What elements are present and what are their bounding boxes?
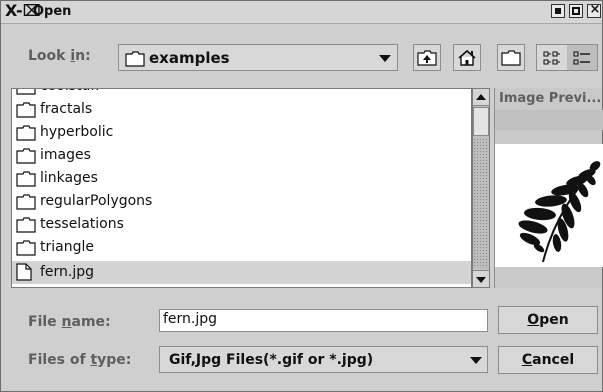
list-item[interactable]: images	[12, 144, 471, 167]
file-icon	[16, 263, 32, 281]
close-button[interactable]: ×	[587, 2, 601, 18]
file-type-label-part: ype:	[97, 352, 132, 368]
chevron-down-icon[interactable]	[470, 357, 482, 364]
folder-icon	[16, 148, 36, 164]
folder-icon	[16, 102, 36, 118]
up-one-level-button[interactable]	[413, 44, 441, 71]
details-view-button[interactable]	[567, 45, 597, 70]
list-view-icon	[543, 51, 560, 64]
maximize-icon	[572, 7, 580, 15]
minimize-icon	[555, 8, 561, 14]
list-item-label: fractals	[40, 101, 93, 117]
file-type-combo[interactable]: Gif,Jpg Files(*.gif or *.jpg)	[159, 346, 488, 373]
list-item[interactable]: linkages	[12, 167, 471, 190]
list-item-selected[interactable]: fern.jpg	[12, 261, 471, 284]
list-item-label: triangle	[40, 239, 94, 255]
image-preview-label: Image Previ...	[499, 91, 602, 106]
folder-icon	[16, 240, 36, 256]
details-view-icon	[573, 51, 590, 64]
list-item[interactable]: tesselations	[12, 213, 471, 236]
scroll-up-button[interactable]	[473, 89, 489, 106]
folder-icon	[16, 171, 36, 187]
look-in-combo[interactable]: examples	[118, 44, 398, 71]
scroll-down-button[interactable]	[473, 270, 489, 287]
folder-icon	[16, 217, 36, 233]
view-toggle-group	[536, 44, 598, 71]
file-list[interactable]: coolstuff fractals hyperbolic images lin…	[11, 88, 472, 288]
folder-icon	[16, 125, 36, 141]
list-view-button[interactable]	[537, 45, 567, 70]
arrow-down-icon	[476, 277, 486, 283]
list-item[interactable]: fractals	[12, 98, 471, 121]
list-item[interactable]: hyperbolic	[12, 121, 471, 144]
file-type-label: Files of type:	[28, 352, 131, 368]
list-item-label: tesselations	[40, 216, 124, 232]
list-item[interactable]: regularPolygons	[12, 190, 471, 213]
open-dialog: X-⌧ Open × Look in: examples fractals hy…	[0, 0, 603, 392]
look-in-label-part: Look	[28, 48, 71, 64]
new-folder-button[interactable]	[497, 44, 525, 71]
list-item-label: fern.jpg	[40, 264, 95, 280]
window-title: Open	[33, 4, 72, 19]
fern-image	[518, 161, 601, 263]
open-label: pen	[539, 312, 569, 328]
up-folder-icon	[417, 49, 437, 66]
preview-image	[495, 144, 603, 267]
preview-band	[495, 110, 603, 130]
title-bar[interactable]: X-⌧ Open ×	[1, 1, 602, 24]
arrow-up-icon	[476, 94, 486, 100]
vertical-scrollbar[interactable]	[472, 88, 490, 288]
file-name-mnemonic: n	[61, 314, 72, 330]
folder-icon	[16, 194, 36, 210]
look-in-value: examples	[149, 49, 230, 67]
file-name-field[interactable]: fern.jpg	[159, 309, 488, 332]
maximize-button[interactable]	[569, 4, 583, 18]
minimize-button[interactable]	[551, 4, 565, 18]
chevron-down-icon[interactable]	[379, 55, 391, 62]
open-mnemonic: O	[527, 312, 540, 328]
cancel-button[interactable]: Cancel	[498, 346, 598, 374]
file-type-label-part: Files of	[28, 352, 91, 368]
list-item[interactable]: triangle	[12, 236, 471, 259]
list-item-label: images	[40, 147, 91, 163]
list-item-label: hyperbolic	[40, 124, 114, 140]
list-item-label: regularPolygons	[40, 193, 153, 209]
open-button[interactable]: Open	[498, 306, 598, 334]
look-in-label: Look in:	[28, 48, 91, 64]
file-name-label: File name:	[28, 314, 111, 330]
file-name-label-part: File	[28, 314, 62, 330]
cancel-mnemonic: C	[521, 352, 533, 368]
home-button[interactable]	[453, 44, 481, 71]
folder-icon	[16, 89, 36, 95]
file-type-value: Gif,Jpg Files(*.gif or *.jpg)	[169, 352, 374, 368]
look-in-label-part: n:	[75, 48, 91, 64]
scroll-track[interactable]	[473, 138, 489, 268]
list-item-label: coolstuff	[40, 89, 100, 94]
list-item-label: linkages	[40, 170, 98, 186]
image-preview-panel: Image Previ...	[494, 88, 603, 288]
file-name-label-part: ame:	[71, 314, 111, 330]
list-item[interactable]: coolstuff	[12, 89, 471, 98]
home-icon	[458, 49, 476, 66]
scroll-thumb[interactable]	[473, 107, 489, 136]
close-icon: ×	[589, 2, 601, 17]
cancel-label: ancel	[532, 352, 575, 368]
new-folder-icon	[501, 49, 521, 66]
folder-icon	[125, 51, 145, 67]
